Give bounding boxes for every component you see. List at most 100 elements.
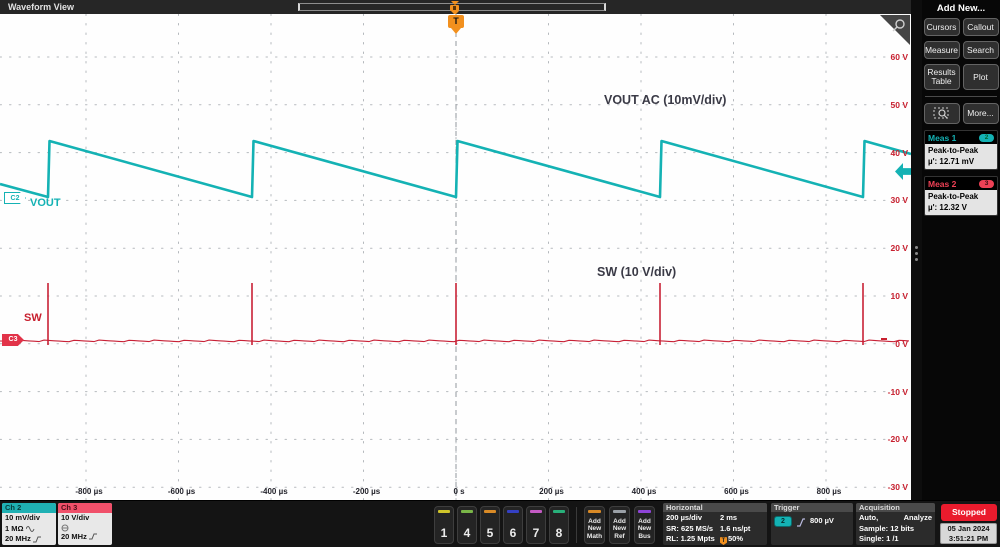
- trigger-level: 800 µV: [810, 516, 834, 527]
- trigger-position-flag[interactable]: T: [448, 15, 464, 28]
- sidebar-divider: [925, 96, 997, 97]
- add-new-bus-button[interactable]: Add New Bus: [634, 506, 655, 544]
- horizontal-record-length: RL: 1.25 Mpts: [666, 534, 715, 545]
- ch3-scale: 10 V/div: [58, 513, 112, 524]
- vout-trace-label: VOUT: [30, 197, 61, 209]
- waveform-view-titlebar: Waveform View: [0, 0, 922, 14]
- channel-1-button[interactable]: 1: [434, 506, 454, 544]
- waveform-canvas: [0, 14, 911, 500]
- y-axis-label: -10 V: [868, 387, 908, 397]
- search-button[interactable]: Search: [963, 41, 999, 59]
- meas1-value: µ': 12.71 mV: [928, 156, 994, 167]
- acquisition-mode: Auto,: [859, 513, 878, 524]
- bandwidth-icon: [33, 536, 42, 543]
- meas1-name: Meas 1: [928, 133, 956, 143]
- results-table-button[interactable]: Results Table: [924, 64, 960, 90]
- meas1-type: Peak-to-Peak: [928, 145, 994, 156]
- rising-edge-icon: [796, 517, 806, 527]
- more-button[interactable]: More...: [963, 103, 999, 124]
- trigger-header: Trigger: [771, 503, 853, 512]
- measure-button[interactable]: Measure: [924, 41, 960, 59]
- y-axis-label: 40 V: [868, 148, 908, 158]
- y-axis-label: -30 V: [868, 482, 908, 492]
- horizontal-resolution: 1.6 ns/pt: [720, 524, 764, 535]
- add-new-sidebar: Add New... Cursors Callout Measure Searc…: [922, 0, 1000, 500]
- x-axis-label: 0 s: [428, 487, 490, 496]
- trigger-source-pill: 2: [774, 516, 792, 527]
- zoom-mode-icon: [933, 107, 951, 120]
- acquisition-sample: Sample: 12 bits: [859, 524, 932, 535]
- x-axis-label: 200 µs: [521, 487, 583, 496]
- ch2-header: Ch 2: [2, 503, 56, 513]
- meas2-value: µ': 12.32 V: [928, 202, 994, 213]
- sw-annotation: SW (10 V/div): [597, 265, 676, 279]
- channel-5-button[interactable]: 5: [480, 506, 500, 544]
- meas1-badge[interactable]: Meas 1 2 Peak-to-Peak µ': 12.71 mV: [924, 130, 998, 170]
- y-axis-label: 60 V: [868, 52, 908, 62]
- splitter-grip-icon: [915, 246, 918, 249]
- x-axis-label: -200 µs: [336, 487, 398, 496]
- acquisition-single: Single: 1 /1: [859, 534, 932, 545]
- horizontal-sample-rate: SR: 625 MS/s: [666, 524, 713, 535]
- panel-splitter[interactable]: [911, 0, 922, 500]
- ac-coupling-icon: [26, 525, 35, 532]
- ch2-badge[interactable]: Ch 2 10 mV/div 1 MΩ 20 MHz: [2, 503, 56, 545]
- y-axis-label: 10 V: [868, 291, 908, 301]
- channel-4-button[interactable]: 4: [457, 506, 477, 544]
- y-axis-label: 30 V: [868, 195, 908, 205]
- callout-button[interactable]: Callout: [963, 18, 999, 36]
- waveform-view-panel: Waveform View 60 V 50 V 40 V 30 V 20 V 10 V 0 …: [0, 0, 922, 500]
- ch2-impedance: 1 MΩ: [5, 524, 24, 535]
- y-axis-label: 20 V: [868, 243, 908, 253]
- acquisition-header: Acquisition: [856, 503, 935, 512]
- vout-annotation: VOUT AC (10mV/div): [604, 93, 726, 107]
- splitter-grip-icon: [915, 258, 918, 261]
- x-axis-label: -800 µs: [58, 487, 120, 496]
- ch3-bandwidth: 20 MHz: [61, 532, 87, 543]
- channel-8-button[interactable]: 8: [549, 506, 569, 544]
- oscilloscope-app: Waveform View 60 V50 V40 V30 V20 V10 V0 …: [0, 0, 1000, 547]
- probe-icon: [61, 524, 70, 532]
- x-axis-label: 800 µs: [798, 487, 860, 496]
- ch2-scale: 10 mV/div: [2, 513, 56, 524]
- meas2-badge[interactable]: Meas 2 3 Peak-to-Peak µ': 12.32 V: [924, 176, 998, 216]
- time: 3:51:21 PM: [941, 534, 996, 544]
- waveform-view-title: Waveform View: [8, 2, 74, 12]
- horizontal-position: T50%: [720, 534, 764, 545]
- ch3-header: Ch 3: [58, 503, 112, 513]
- x-axis-label: 400 µs: [613, 487, 675, 496]
- meas2-source-pill: 3: [979, 180, 994, 188]
- horizontal-panel[interactable]: Horizontal 200 µs/div 2 ms SR: 625 MS/s …: [663, 503, 767, 545]
- x-axis-label: 600 µs: [706, 487, 768, 496]
- settings-bar: Ch 2 10 mV/div 1 MΩ 20 MHz Ch 3 10 V/div…: [0, 500, 1000, 547]
- pan-position-marker[interactable]: [449, 1, 461, 15]
- horizontal-scale: 200 µs/div: [666, 513, 702, 524]
- add-new-math-button[interactable]: Add New Math: [584, 506, 605, 544]
- acquisition-panel[interactable]: Acquisition Auto, Analyze Sample: 12 bit…: [856, 503, 935, 545]
- datetime-display: 05 Jan 2024 3:51:21 PM: [940, 523, 997, 544]
- trigger-flag-label: T: [453, 16, 459, 26]
- run-stop-status-button[interactable]: Stopped: [941, 504, 997, 521]
- bandwidth-icon: [89, 533, 98, 540]
- horizontal-header: Horizontal: [663, 503, 767, 512]
- x-axis-label: -600 µs: [151, 487, 213, 496]
- graticule-zoom-corner-icon[interactable]: [878, 15, 910, 45]
- graticule[interactable]: 60 V50 V40 V30 V20 V10 V0 V-10 V-20 V-30…: [0, 14, 911, 500]
- sw-trace-label: SW: [24, 312, 42, 324]
- meas1-source-pill: 2: [979, 134, 994, 142]
- y-axis-label: 50 V: [868, 100, 908, 110]
- horizontal-pan-scrollbar[interactable]: [298, 3, 606, 11]
- channel-6-button[interactable]: 6: [503, 506, 523, 544]
- add-new-ref-button[interactable]: Add New Ref: [609, 506, 630, 544]
- zoom-mode-button[interactable]: [924, 103, 960, 124]
- trigger-panel[interactable]: Trigger 2 800 µV: [771, 503, 853, 545]
- meas2-type: Peak-to-Peak: [928, 191, 994, 202]
- channel-7-button[interactable]: 7: [526, 506, 546, 544]
- y-axis-label: 0 V: [868, 339, 908, 349]
- date: 05 Jan 2024: [941, 524, 996, 534]
- plot-button[interactable]: Plot: [963, 64, 999, 90]
- ch3-badge[interactable]: Ch 3 10 V/div 20 MHz: [58, 503, 112, 545]
- trigger-level-marker[interactable]: [881, 338, 887, 340]
- add-new-header: Add New...: [922, 0, 1000, 18]
- cursors-button[interactable]: Cursors: [924, 18, 960, 36]
